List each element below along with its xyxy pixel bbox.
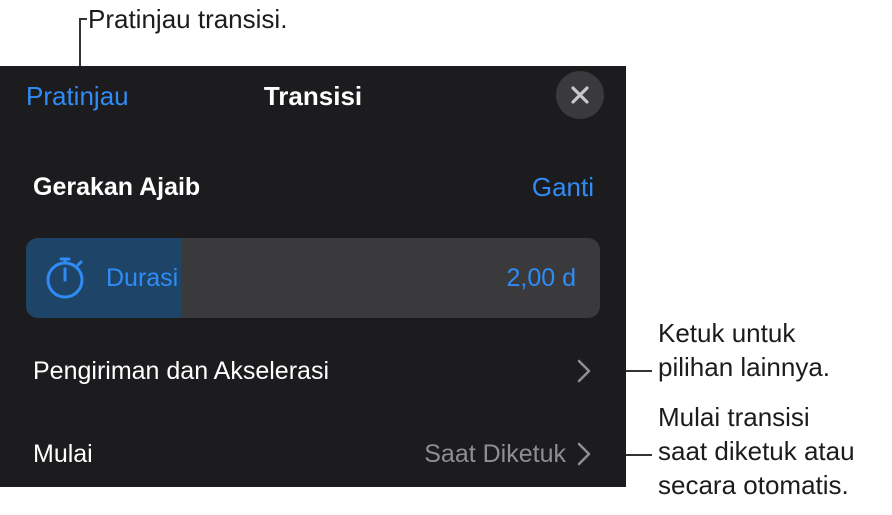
close-button[interactable] — [556, 71, 604, 119]
effect-name: Gerakan Ajaib — [33, 173, 201, 201]
duration-label: Durasi — [106, 264, 179, 292]
callout-leader-tick-preview — [79, 18, 87, 20]
start-value: Saat Diketuk — [424, 440, 566, 468]
callout-start-transition: Mulai transisi saat diketuk atau secara … — [658, 402, 855, 500]
duration-value: 2,00 d — [506, 264, 576, 292]
stopwatch-icon — [46, 257, 84, 299]
callout-preview-transition: Pratinjau transisi. — [88, 4, 288, 34]
duration-slider[interactable]: Durasi 2,00 d — [26, 238, 600, 318]
delivery-acceleration-label: Pengiriman dan Akselerasi — [33, 357, 329, 385]
chevron-right-icon — [577, 359, 591, 383]
close-icon — [571, 86, 589, 104]
chevron-right-icon — [577, 442, 591, 466]
start-label: Mulai — [33, 440, 93, 468]
preview-button[interactable]: Pratinjau — [26, 80, 129, 112]
callout-more-options: Ketuk untuk pilihan lainnya. — [658, 318, 831, 382]
change-effect-button[interactable]: Ganti — [520, 170, 594, 204]
